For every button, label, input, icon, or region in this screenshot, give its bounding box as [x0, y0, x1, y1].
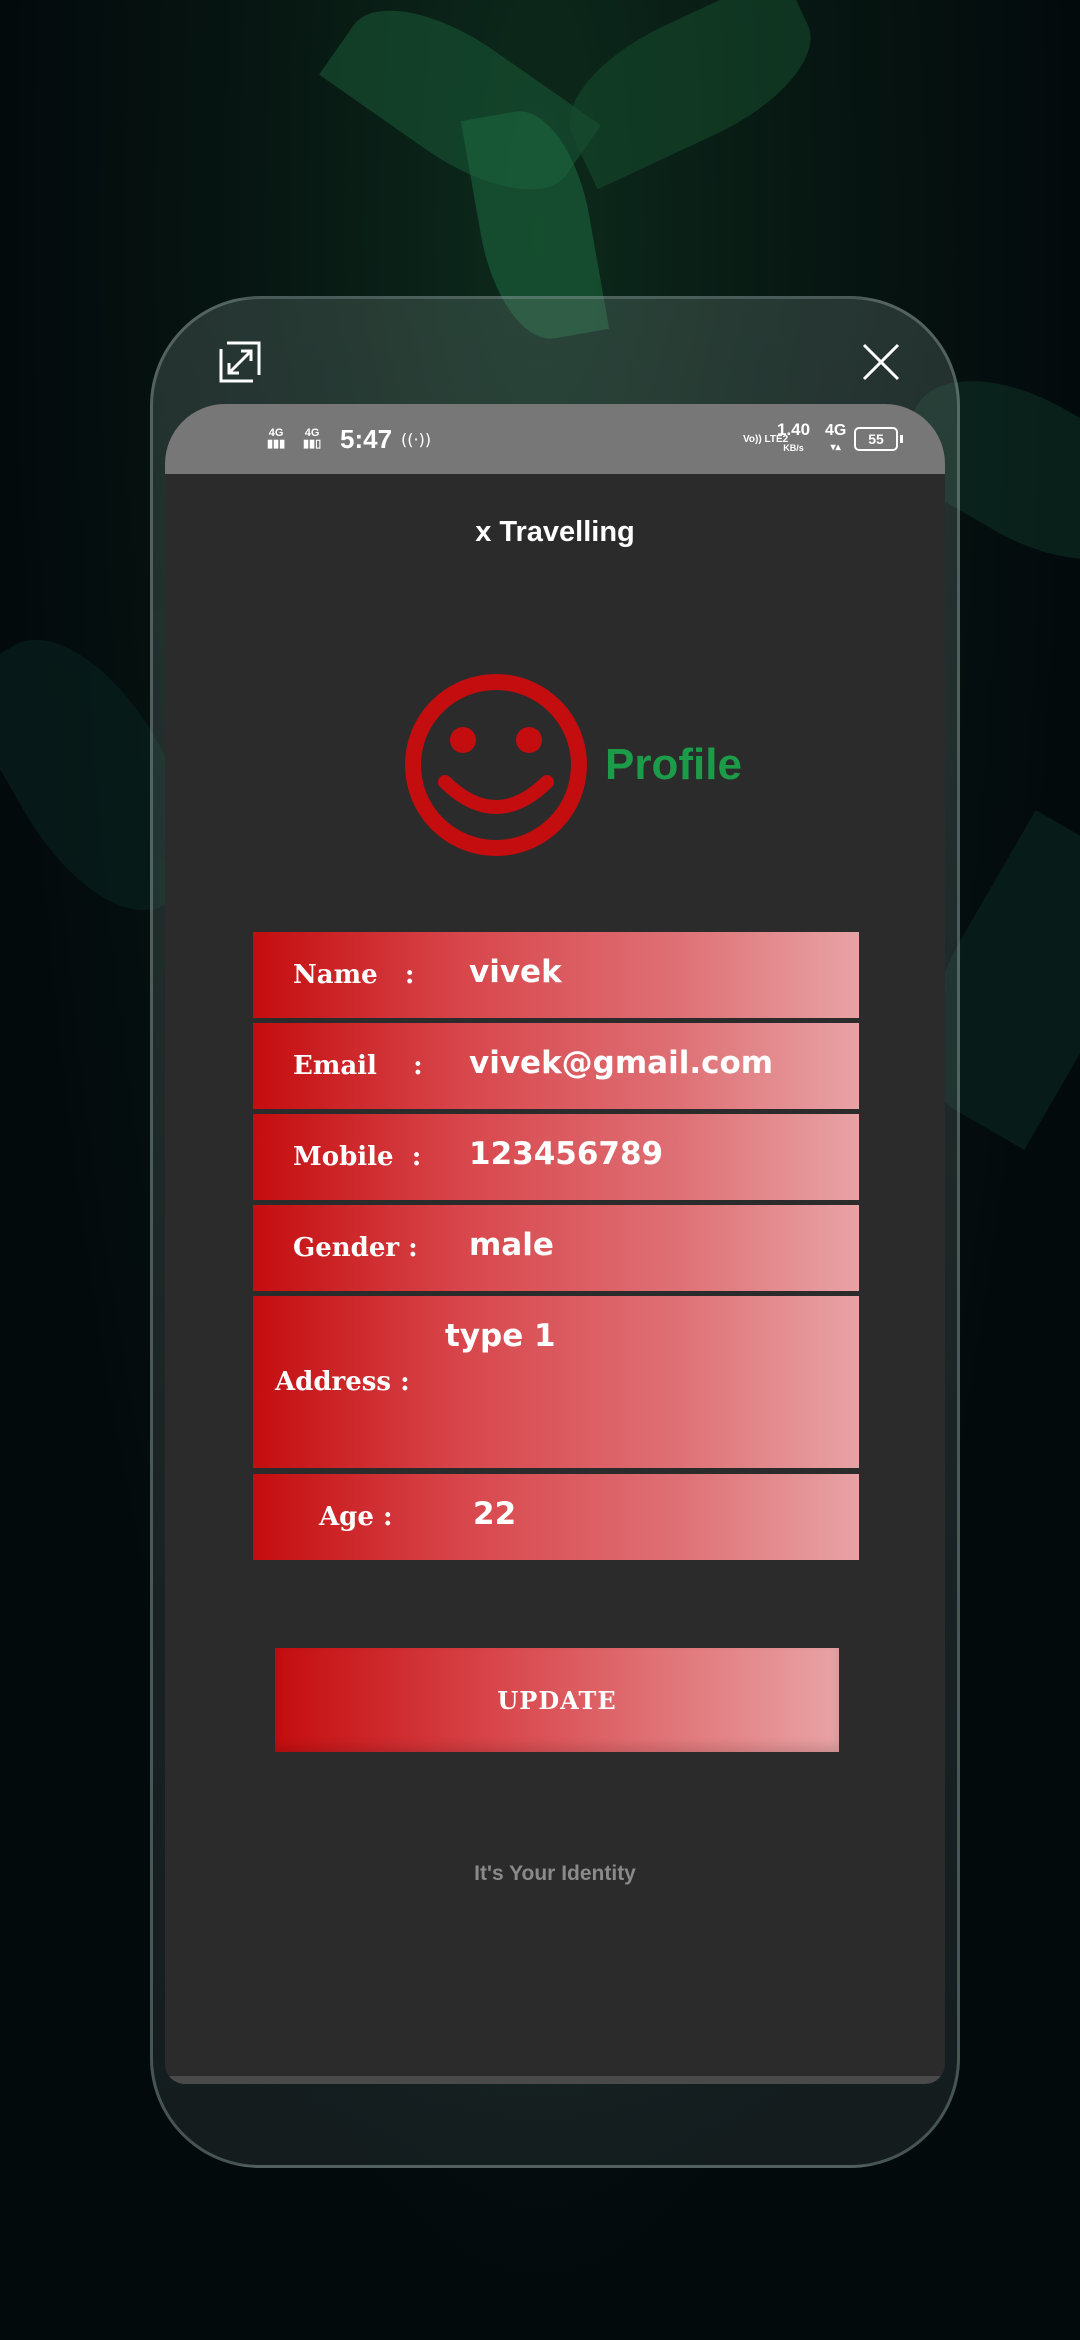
mobile-field[interactable]: Mobile : 123456789 [253, 1114, 859, 1200]
app-screen: 4G ▮▮▮ 4G ▮▮▯ 5:47 ((·)) Vo)) LTE2 1.40 KB… [165, 404, 945, 2084]
expand-icon [219, 341, 261, 383]
footer-note: It's Your Identity [474, 1862, 636, 1885]
gender-field[interactable]: Gender : male [253, 1205, 859, 1291]
speed-unit: KB/s [783, 443, 804, 453]
smiley-face-icon [405, 674, 587, 856]
email-label: Email : [293, 1051, 423, 1081]
age-value[interactable]: 22 [473, 1496, 516, 1532]
leaf-decoration [546, 0, 834, 190]
battery-indicator: 55 [854, 404, 903, 474]
expand-window-button[interactable] [217, 339, 263, 385]
battery-tip [900, 435, 903, 443]
status-bar: 4G ▮▮▮ 4G ▮▮▯ 5:47 ((·)) Vo)) LTE2 1.40 KB… [165, 404, 945, 474]
network-type: 4G ▾▴ [825, 422, 847, 454]
sim2-signal: 4G ▮▮▯ [303, 427, 322, 450]
battery-level: 55 [854, 427, 898, 451]
close-window-button[interactable] [858, 339, 904, 385]
name-field[interactable]: Name : vivek [253, 932, 859, 1018]
update-button[interactable]: UPDATE [275, 1648, 839, 1752]
address-field[interactable]: Address : type 1 [253, 1296, 859, 1468]
gender-label: Gender : [293, 1233, 418, 1263]
bottom-bar [165, 2076, 945, 2084]
mobile-value[interactable]: 123456789 [469, 1136, 663, 1172]
age-label: Age : [319, 1502, 393, 1532]
status-time: 5:47 [340, 423, 393, 454]
close-icon [862, 343, 900, 381]
sim1-label: 4G [268, 427, 284, 439]
address-label: Address : [275, 1367, 410, 1397]
mobile-label: Mobile : [293, 1142, 422, 1172]
sim1-signal: 4G ▮▮▮ [267, 427, 286, 450]
name-value[interactable]: vivek [469, 954, 562, 990]
gender-value[interactable]: male [469, 1227, 554, 1263]
address-value[interactable]: type 1 [445, 1318, 556, 1354]
profile-heading: Profile [605, 740, 742, 789]
name-label: Name : [293, 960, 415, 990]
email-field[interactable]: Email : vivek@gmail.com [253, 1023, 859, 1109]
network-label: 4G [825, 422, 847, 439]
app-title: x Travelling [475, 516, 635, 548]
sim2-label: 4G [304, 427, 320, 439]
email-value[interactable]: vivek@gmail.com [469, 1045, 773, 1081]
network-speed: 1.40 KB/s [777, 404, 810, 474]
hotspot-icon: ((·)) [401, 429, 432, 449]
speed-value: 1.40 [777, 420, 811, 439]
age-field[interactable]: Age : 22 [253, 1474, 859, 1560]
